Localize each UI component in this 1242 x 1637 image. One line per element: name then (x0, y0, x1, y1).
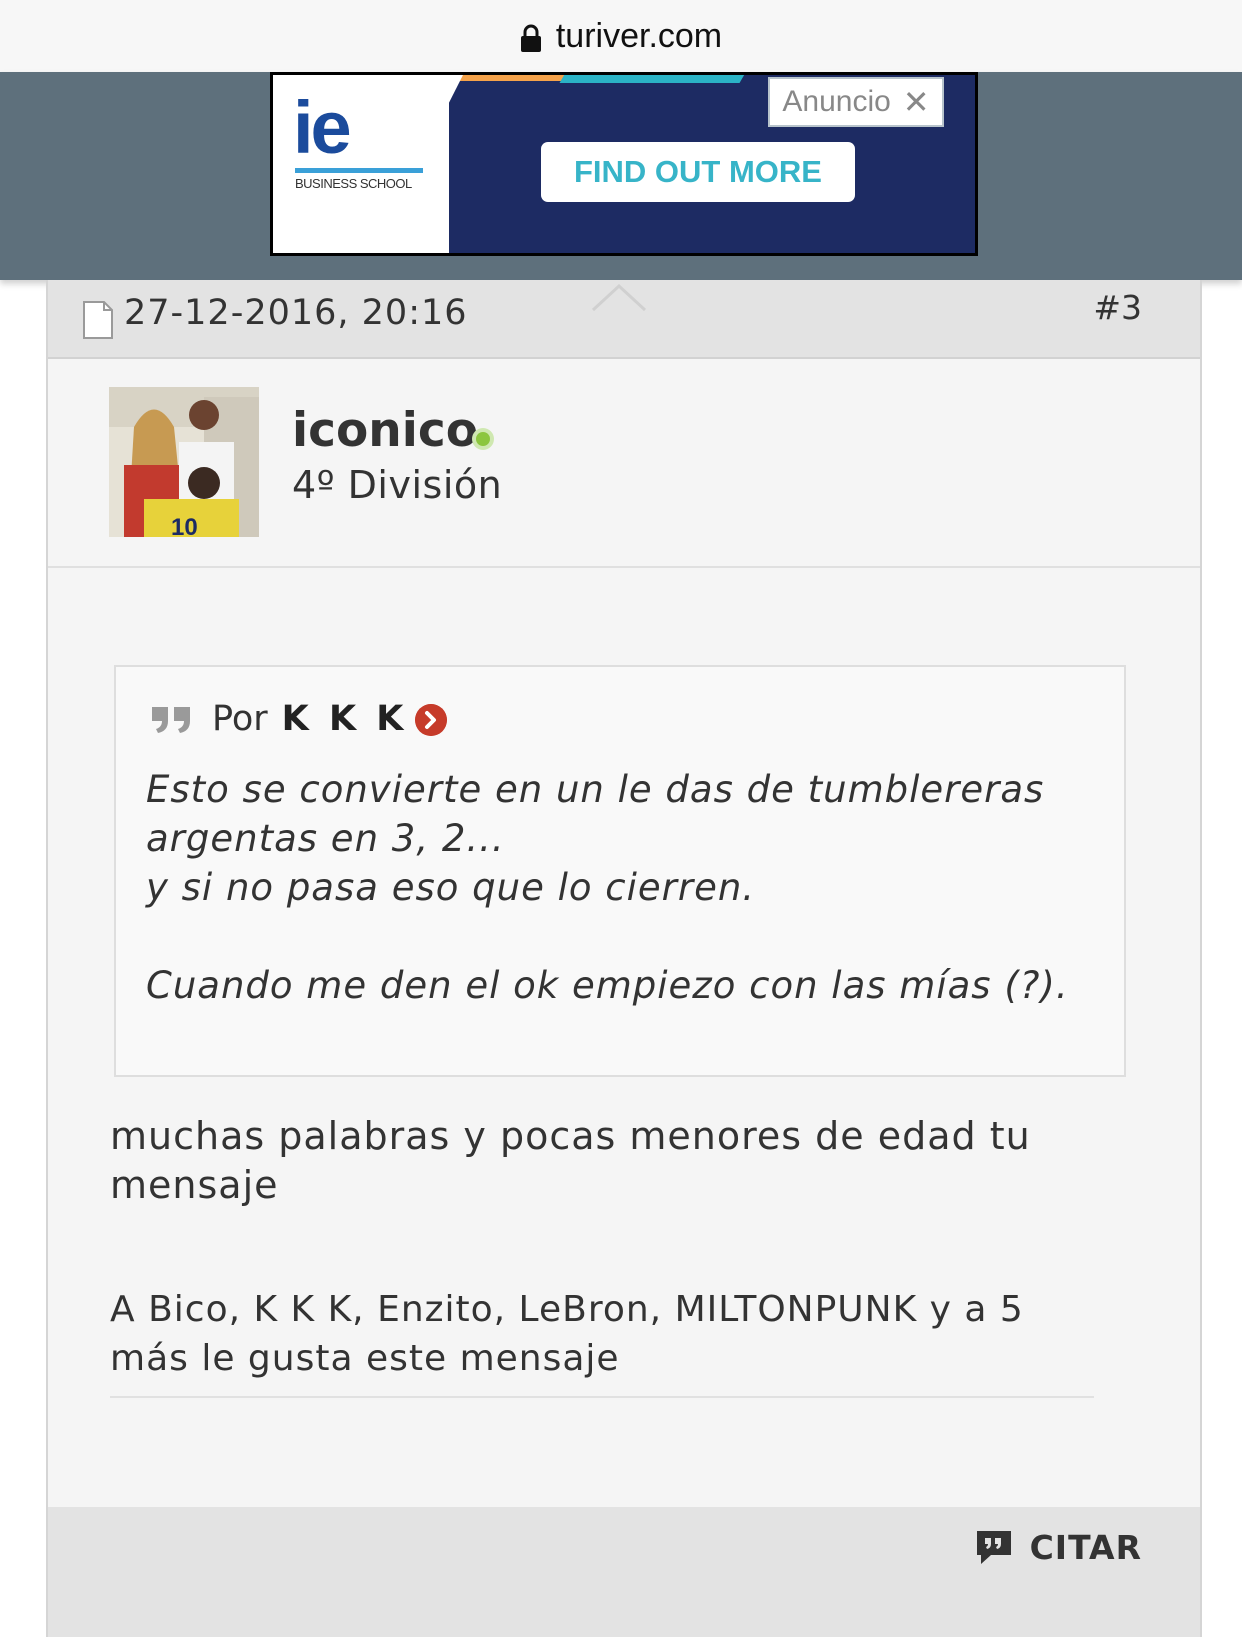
close-icon: ✕ (902, 84, 930, 120)
avatar[interactable]: 10 (109, 387, 259, 537)
quote-text: Esto se convierte en un le das de tumble… (146, 765, 1096, 1010)
forum-post: 27-12-2016, 20:16 #3 10 iconico 4º Divis… (46, 280, 1202, 1637)
quote-reply-button[interactable]: CITAR (974, 1527, 1142, 1567)
ad-decor-stripe (559, 75, 747, 83)
divider (110, 1396, 1094, 1398)
ad-brand-logo: ie (293, 86, 352, 169)
quote-line: Cuando me den el ok empiezo con las mías… (146, 964, 1069, 1007)
go-to-post-icon[interactable] (415, 704, 448, 736)
quote-block: Por K K K Esto se convierte en un le das… (114, 665, 1126, 1077)
ad-logo-underline (295, 168, 423, 173)
post-message: muchas palabras y pocas menores de edad … (110, 1114, 1031, 1207)
quote-header: Por K K K (150, 699, 448, 739)
ad-close-button[interactable]: Anuncio ✕ (768, 77, 944, 127)
quote-prefix: Por (212, 699, 268, 739)
quote-reply-label: CITAR (1029, 1527, 1142, 1567)
quote-author[interactable]: K K K (282, 699, 408, 739)
chevron-up-icon[interactable] (591, 282, 647, 312)
ad-banner[interactable]: ie BUSINESS SCHOOL FIND OUT MORE Anuncio… (270, 72, 978, 256)
ad-label: Anuncio (782, 85, 891, 118)
document-icon (83, 301, 113, 339)
post-likes[interactable]: A Bico, K K K, Enzito, LeBron, MILTONPUN… (110, 1285, 1110, 1383)
quote-icon (152, 707, 190, 733)
author-rank: 4º División (292, 463, 503, 507)
ad-brand-subtitle: BUSINESS SCHOOL (295, 176, 412, 191)
avatar-image: 10 (109, 387, 259, 537)
address-bar[interactable]: turiver.com (0, 0, 1242, 72)
quote-line: y si no pasa eso que lo cierren. (146, 866, 756, 909)
ad-logo-panel-edge (373, 75, 463, 253)
svg-text:10: 10 (171, 514, 198, 537)
lock-icon (520, 24, 541, 52)
quote-line: Esto se convierte en un le das de tumble… (146, 768, 1045, 860)
post-footer: CITAR (48, 1507, 1200, 1637)
post-permalink[interactable]: #3 (1093, 288, 1142, 327)
post-date: 27-12-2016, 20:16 (124, 293, 468, 333)
url-text: turiver.com (555, 16, 723, 55)
author-username[interactable]: iconico (292, 403, 478, 458)
online-status-icon (476, 432, 490, 446)
post-author: 10 iconico 4º División (48, 359, 1200, 568)
speech-bubble-quote-icon (976, 1531, 1011, 1564)
ad-banner-area: ie BUSINESS SCHOOL FIND OUT MORE Anuncio… (0, 72, 1242, 280)
ad-find-out-more-button[interactable]: FIND OUT MORE (541, 142, 855, 202)
